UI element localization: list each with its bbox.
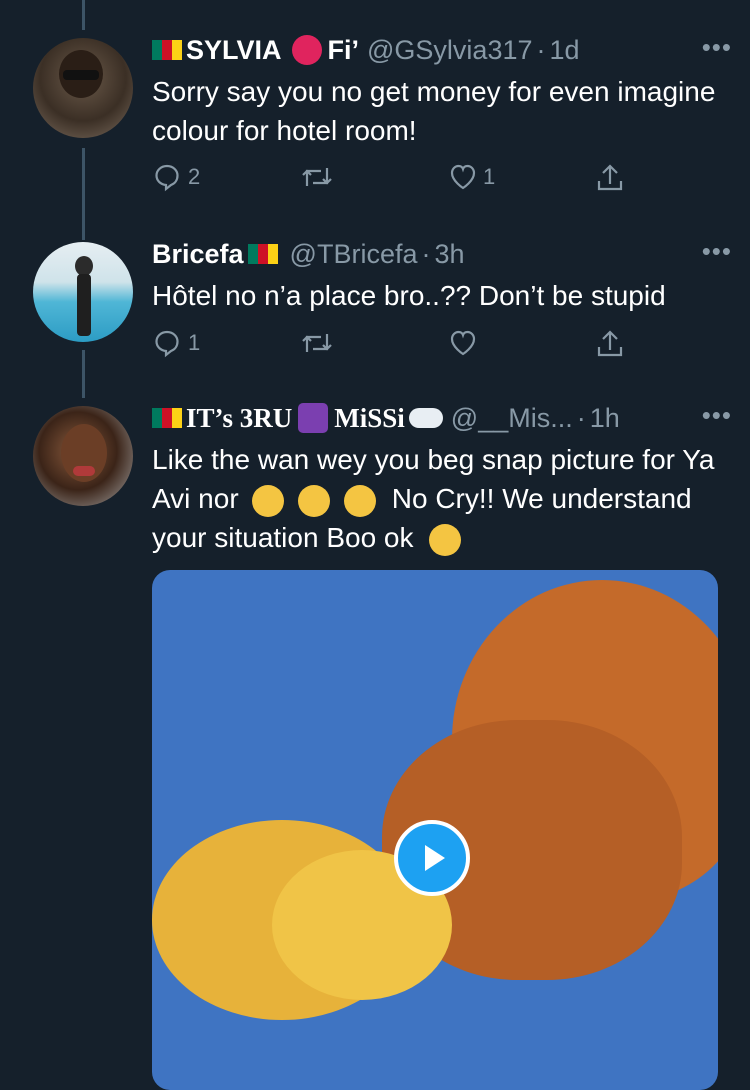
crying-laughing-emoji-icon — [298, 484, 331, 517]
reply-button[interactable]: 2 — [152, 162, 200, 192]
avatar[interactable] — [33, 38, 133, 138]
tweet-sylvia[interactable]: SYLVIA Fi’ @GSylvia317 · 1d ••• Sorry sa… — [0, 30, 750, 210]
like-button[interactable]: 1 — [447, 162, 495, 192]
congratulation-emoji-icon — [291, 35, 322, 65]
cameroon-flag-icon — [152, 40, 182, 60]
display-name-mid[interactable]: MiSSi — [334, 403, 405, 434]
reply-button[interactable]: 1 — [152, 328, 200, 358]
avatar[interactable] — [33, 406, 133, 506]
like-count: 1 — [483, 164, 496, 189]
timestamp[interactable]: 1h — [590, 403, 620, 434]
more-horizontal-icon[interactable]: ••• — [702, 400, 732, 431]
share-icon — [597, 330, 623, 357]
display-name[interactable]: IT’s 3RU — [186, 403, 292, 434]
handle[interactable]: @GSylvia317 — [367, 35, 532, 66]
display-name-suffix[interactable]: Fi’ — [328, 35, 360, 66]
reply-bubble-icon — [155, 330, 179, 358]
cameroon-flag-icon — [152, 408, 182, 428]
share-icon — [597, 164, 623, 191]
heart-icon — [450, 330, 476, 356]
thread-line-top — [82, 0, 85, 30]
tweet-text: Hôtel no n’a place bro..?? Don’t be stup… — [152, 280, 666, 311]
handle[interactable]: @__Mis... — [451, 403, 573, 434]
action-bar: 2 1 — [152, 162, 730, 202]
crying-laughing-emoji-icon — [343, 484, 376, 517]
separator-dot: · — [536, 34, 546, 65]
timestamp[interactable]: 3h — [434, 239, 464, 270]
reply-count: 2 — [188, 164, 201, 189]
tweet-header: IT’s 3RU MiSSi @__Mis... · 1h — [152, 398, 730, 438]
crying-laughing-emoji-icon — [252, 484, 285, 517]
display-name[interactable]: Bricefa — [152, 239, 244, 270]
tweet-header: Bricefa @TBricefa · 3h — [152, 234, 730, 274]
handle[interactable]: @TBricefa — [290, 239, 418, 270]
heart-icon — [450, 164, 476, 190]
more-horizontal-icon[interactable]: ••• — [702, 236, 732, 267]
reply-bubble-icon — [155, 164, 179, 192]
display-name[interactable]: SYLVIA — [186, 35, 282, 66]
reply-count: 1 — [188, 330, 201, 355]
timestamp[interactable]: 1d — [550, 35, 580, 66]
more-horizontal-icon[interactable]: ••• — [702, 32, 732, 63]
play-icon — [425, 845, 445, 871]
retweet-button[interactable] — [300, 328, 334, 358]
cameroon-flag-icon — [247, 244, 278, 264]
play-button[interactable] — [394, 820, 470, 896]
separator-dot: · — [421, 238, 431, 269]
tweet-bricefa[interactable]: Bricefa @TBricefa · 3h ••• Hôtel no n’a … — [0, 234, 750, 384]
tweet-text: Like the wan wey you beg snap picture fo… — [152, 440, 726, 557]
like-button[interactable] — [447, 328, 479, 358]
share-button[interactable] — [594, 328, 626, 360]
action-bar: 1 — [152, 328, 730, 368]
retweet-icon — [302, 168, 332, 186]
cloud-emoji-icon — [408, 408, 443, 428]
separator-dot: · — [576, 402, 586, 433]
retweet-button[interactable] — [300, 162, 334, 192]
tweet-text: Sorry say you no get money for even imag… — [152, 76, 716, 146]
retweet-icon — [302, 334, 332, 352]
kissing-heart-emoji-icon — [429, 523, 462, 556]
avatar[interactable] — [33, 242, 133, 342]
share-button[interactable] — [594, 162, 626, 194]
aquarius-emoji-icon — [298, 403, 329, 433]
tweet-header: SYLVIA Fi’ @GSylvia317 · 1d — [152, 30, 730, 70]
